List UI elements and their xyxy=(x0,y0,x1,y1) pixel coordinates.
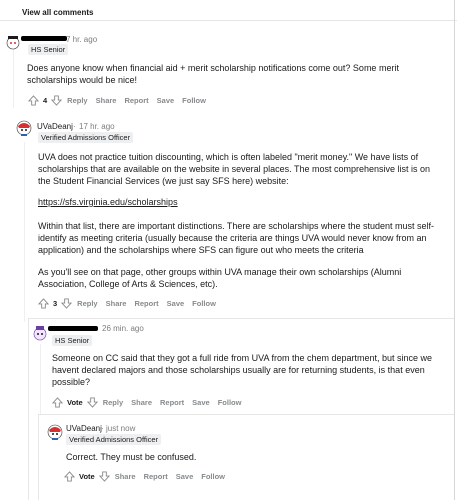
share-button[interactable]: Share xyxy=(115,472,136,481)
reply-button[interactable]: Reply xyxy=(103,398,123,407)
downvote-arrow-icon[interactable] xyxy=(98,471,110,482)
follow-button[interactable]: Follow xyxy=(192,299,216,308)
vote-label: Vote xyxy=(79,472,95,481)
user-flair: HS Senior xyxy=(52,335,93,346)
user-flair: Verified Admissions Officer xyxy=(38,132,134,143)
reply-button[interactable]: Reply xyxy=(77,299,97,308)
separator: · xyxy=(101,424,104,433)
upvote-arrow-icon[interactable] xyxy=(38,298,49,309)
comment-username[interactable]: UVaDeanj xyxy=(37,122,73,131)
report-button[interactable]: Report xyxy=(124,96,148,105)
user-flair: Verified Admissions Officer xyxy=(66,434,162,445)
comment-actions: 4 Reply Share Report Save Follow xyxy=(28,95,206,106)
redacted-username xyxy=(21,36,67,41)
snoo-avatar-icon[interactable] xyxy=(16,120,32,136)
redacted-username xyxy=(48,326,98,331)
follow-button[interactable]: Follow xyxy=(201,472,225,481)
downvote-arrow-icon[interactable] xyxy=(86,397,98,408)
comment-body-p3: Within that list, there are important di… xyxy=(38,221,435,255)
report-button[interactable]: Report xyxy=(160,398,184,407)
follow-button[interactable]: Follow xyxy=(218,398,242,407)
comment-username[interactable]: UVaDeanj xyxy=(66,424,102,433)
upvote-arrow-icon[interactable] xyxy=(52,397,63,408)
snoo-avatar-icon[interactable] xyxy=(32,325,48,341)
save-button[interactable]: Save xyxy=(176,472,194,481)
save-button[interactable]: Save xyxy=(157,96,175,105)
comment-time: 26 min. ago xyxy=(102,324,144,333)
share-button[interactable]: Share xyxy=(96,96,117,105)
comment-time: just now xyxy=(106,424,136,433)
comment: UVaDeanj · just now Verified Admissions … xyxy=(0,418,457,498)
comment-time: 17 hr. ago xyxy=(79,122,115,131)
comment: UVaDeanj · 17 hr. ago Verified Admission… xyxy=(0,114,457,314)
snoo-avatar-icon[interactable] xyxy=(47,424,63,440)
comment-actions: 3 Reply Share Report Save Follow xyxy=(38,298,216,309)
comment-body: Someone on CC said that they got a full … xyxy=(52,353,433,387)
upvote-arrow-icon[interactable] xyxy=(28,95,39,106)
vote-count: 4 xyxy=(43,96,48,105)
user-flair: HS Senior xyxy=(28,44,69,55)
snoo-avatar-icon[interactable] xyxy=(5,34,21,50)
divider xyxy=(0,20,457,21)
comment-time: 7 hr. ago xyxy=(66,35,98,44)
comment-actions: Vote Share Report Save Follow xyxy=(64,471,225,482)
comment-body-p1: UVA does not practice tuition discountin… xyxy=(38,152,431,186)
share-button[interactable]: Share xyxy=(106,299,127,308)
upvote-arrow-icon[interactable] xyxy=(64,471,75,482)
downvote-arrow-icon[interactable] xyxy=(61,298,73,309)
report-button[interactable]: Report xyxy=(144,472,168,481)
share-button[interactable]: Share xyxy=(131,398,152,407)
view-all-comments-link[interactable]: View all comments xyxy=(22,8,93,17)
comment-actions: Vote Reply Share Report Save Follow xyxy=(52,397,241,408)
follow-button[interactable]: Follow xyxy=(182,96,206,105)
separator: · xyxy=(73,122,76,131)
downvote-arrow-icon[interactable] xyxy=(51,95,63,106)
comment-body-p4: As you'll see on that page, other groups… xyxy=(38,267,402,289)
report-button[interactable]: Report xyxy=(134,299,158,308)
vote-label: Vote xyxy=(67,398,83,407)
comment-body: Does anyone know when financial aid + me… xyxy=(27,63,399,85)
vote-count: 3 xyxy=(53,299,58,308)
comment: 26 min. ago HS Senior Someone on CC said… xyxy=(0,322,457,412)
save-button[interactable]: Save xyxy=(192,398,210,407)
reply-button[interactable]: Reply xyxy=(67,96,87,105)
comment: 7 hr. ago HS Senior Does anyone know whe… xyxy=(0,24,457,110)
comment-body: Correct. They must be confused. xyxy=(66,452,197,462)
save-button[interactable]: Save xyxy=(167,299,185,308)
scholarships-link[interactable]: https://sfs.virginia.edu/scholarships xyxy=(38,196,338,208)
